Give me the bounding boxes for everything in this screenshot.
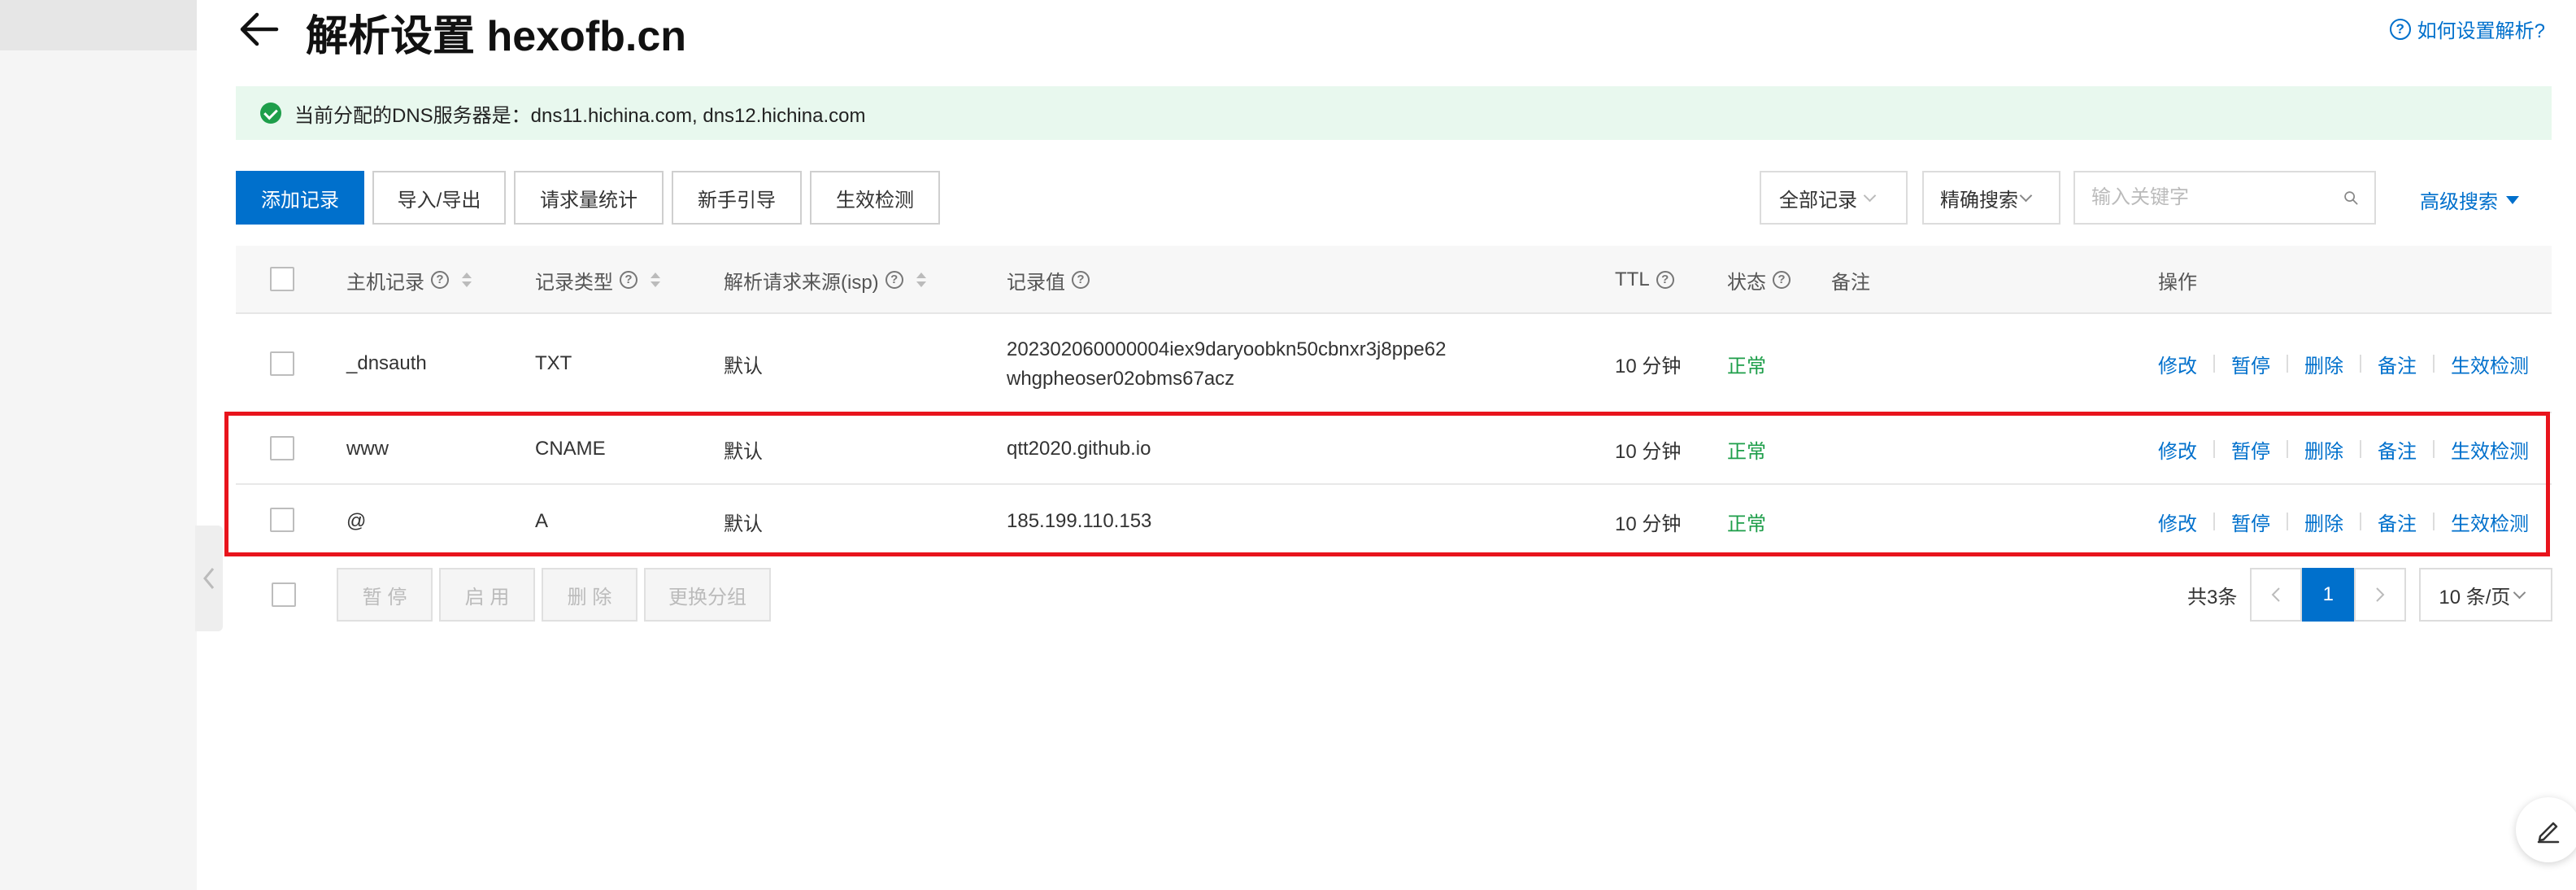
cell-isp: 默认	[724, 355, 763, 377]
total-count: 共3条	[2187, 586, 2238, 609]
cell-status: 正常	[1727, 355, 1766, 377]
delete-link[interactable]: 删除	[2304, 350, 2343, 378]
advanced-search-link[interactable]: 高级搜索	[2420, 185, 2519, 214]
question-circle-icon: ?	[2389, 18, 2411, 40]
sort-icon[interactable]	[916, 273, 926, 287]
page-size-select[interactable]: 10 条/页	[2419, 568, 2553, 622]
column-header-host-label: 主机记录	[346, 271, 424, 294]
bulk-pause-button[interactable]: 暂 停	[337, 568, 433, 622]
action-divider	[2287, 355, 2288, 373]
column-header-actions: 操作	[2158, 246, 2197, 314]
sidebar-active-item[interactable]	[0, 0, 197, 50]
cell-ttl: 10 分钟	[1615, 355, 1682, 377]
action-divider	[2213, 355, 2215, 373]
chevron-right-icon	[2376, 587, 2385, 602]
caret-down-icon	[2506, 195, 2519, 204]
pause-link[interactable]: 暂停	[2231, 350, 2270, 378]
row-checkbox[interactable]	[270, 351, 294, 376]
column-header-status-label: 状态	[1727, 271, 1766, 294]
column-header-remark: 备注	[1831, 246, 1870, 314]
table-row: _dnsauth TXT 默认 202302060000004iex9daryo…	[236, 316, 2552, 413]
record-filter-select[interactable]: 全部记录	[1760, 171, 1908, 225]
question-circle-icon[interactable]: ?	[1656, 271, 1674, 289]
cell-type: TXT	[535, 352, 572, 374]
bulk-select-checkbox[interactable]	[272, 582, 296, 607]
column-header-actions-label: 操作	[2158, 271, 2197, 294]
chevron-down-icon	[2019, 189, 2033, 202]
page-size-value: 10 条/页	[2439, 586, 2511, 609]
chevron-down-icon	[2513, 586, 2526, 599]
question-circle-icon[interactable]: ?	[1773, 271, 1791, 289]
notice-text: 当前分配的DNS服务器是：dns11.hichina.com, dns12.hi…	[294, 104, 866, 127]
cell-value: 202302060000004iex9daryoobkn50cbnxr3j8pp…	[1007, 335, 1446, 394]
help-link-label: 如何设置解析?	[2417, 20, 2545, 42]
column-header-host[interactable]: 主机记录 ?	[346, 246, 472, 314]
floating-edit-button[interactable]	[2516, 797, 2576, 862]
chevron-left-icon	[203, 568, 215, 589]
query-stats-button[interactable]: 请求量统计	[514, 171, 664, 225]
column-header-status: 状态 ?	[1727, 246, 1791, 314]
bulk-delete-button[interactable]: 删 除	[542, 568, 637, 622]
edit-link[interactable]: 修改	[2158, 350, 2197, 378]
column-header-value-label: 记录值	[1007, 271, 1065, 294]
advanced-search-label: 高级搜索	[2420, 191, 2498, 213]
column-header-ttl-label: TTL	[1615, 268, 1650, 290]
change-group-button[interactable]: 更换分组	[644, 568, 771, 622]
prev-page-button[interactable]	[2250, 568, 2303, 622]
beginner-guide-button[interactable]: 新手引导	[672, 171, 802, 225]
dns-server-notice: 当前分配的DNS服务器是：dns11.hichina.com, dns12.hi…	[236, 86, 2552, 140]
question-circle-icon[interactable]: ?	[885, 271, 903, 289]
column-header-type[interactable]: 记录类型 ?	[535, 246, 660, 314]
cell-value-line: whgpheoser02obms67acz	[1007, 368, 1235, 390]
pencil-icon	[2537, 822, 2560, 844]
effect-check-button[interactable]: 生效检测	[810, 171, 940, 225]
back-arrow-icon[interactable]	[237, 8, 280, 50]
highlight-annotation-box	[224, 412, 2550, 556]
bulk-enable-button[interactable]: 启 用	[439, 568, 535, 622]
column-header-isp-label: 解析请求来源(isp)	[724, 271, 879, 294]
action-divider	[2433, 355, 2435, 373]
column-header-ttl: TTL ?	[1615, 246, 1674, 314]
search-mode-select[interactable]: 精确搜索	[1922, 171, 2060, 225]
check-circle-icon	[260, 103, 281, 124]
column-header-value: 记录值 ?	[1007, 246, 1090, 314]
search-icon[interactable]	[2343, 187, 2358, 208]
question-circle-icon[interactable]: ?	[431, 271, 449, 289]
chevron-left-icon	[2271, 587, 2281, 602]
page-title: 解析设置 hexofb.cn	[306, 13, 687, 60]
add-record-button[interactable]: 添加记录	[236, 171, 364, 225]
remark-link[interactable]: 备注	[2378, 350, 2417, 378]
cell-host: _dnsauth	[346, 352, 427, 374]
search-mode-value: 精确搜索	[1940, 189, 2018, 212]
chevron-down-icon	[1863, 189, 1877, 202]
page-header: 解析设置 hexofb.cn ? 如何设置解析?	[236, 0, 2545, 65]
keyword-search-input[interactable]	[2091, 186, 2343, 209]
left-sidebar	[0, 0, 197, 890]
record-filter-value: 全部记录	[1779, 189, 1857, 212]
sort-icon[interactable]	[651, 273, 660, 287]
sort-icon[interactable]	[462, 273, 472, 287]
select-all-checkbox[interactable]	[270, 267, 294, 291]
column-header-type-label: 记录类型	[535, 271, 613, 294]
keyword-search-box	[2073, 171, 2376, 225]
sidebar-collapse-handle[interactable]	[195, 526, 223, 631]
pagination: 共3条 1 10 条/页	[2187, 568, 2553, 622]
table-header: 主机记录 ? 记录类型 ? 解析请求来源(isp) ? 记录值 ? TTL ? …	[236, 246, 2552, 314]
row-actions: 修改 暂停 删除 备注 生效检测	[2158, 316, 2529, 412]
question-circle-icon[interactable]: ?	[1072, 271, 1090, 289]
page-button-current[interactable]: 1	[2302, 568, 2355, 622]
next-page-button[interactable]	[2354, 568, 2407, 622]
help-link[interactable]: ? 如何设置解析?	[2389, 15, 2545, 43]
effect-check-link[interactable]: 生效检测	[2451, 350, 2529, 378]
action-divider	[2360, 355, 2361, 373]
import-export-button[interactable]: 导入/导出	[372, 171, 506, 225]
cell-value-line: 202302060000004iex9daryoobkn50cbnxr3j8pp…	[1007, 338, 1447, 360]
column-header-isp[interactable]: 解析请求来源(isp) ?	[724, 246, 926, 314]
column-header-remark-label: 备注	[1831, 271, 1870, 294]
question-circle-icon[interactable]: ?	[620, 271, 637, 289]
toolbar: 添加记录 导入/导出 请求量统计 新手引导 生效检测 全部记录 精确搜索 高级搜…	[236, 171, 2552, 225]
